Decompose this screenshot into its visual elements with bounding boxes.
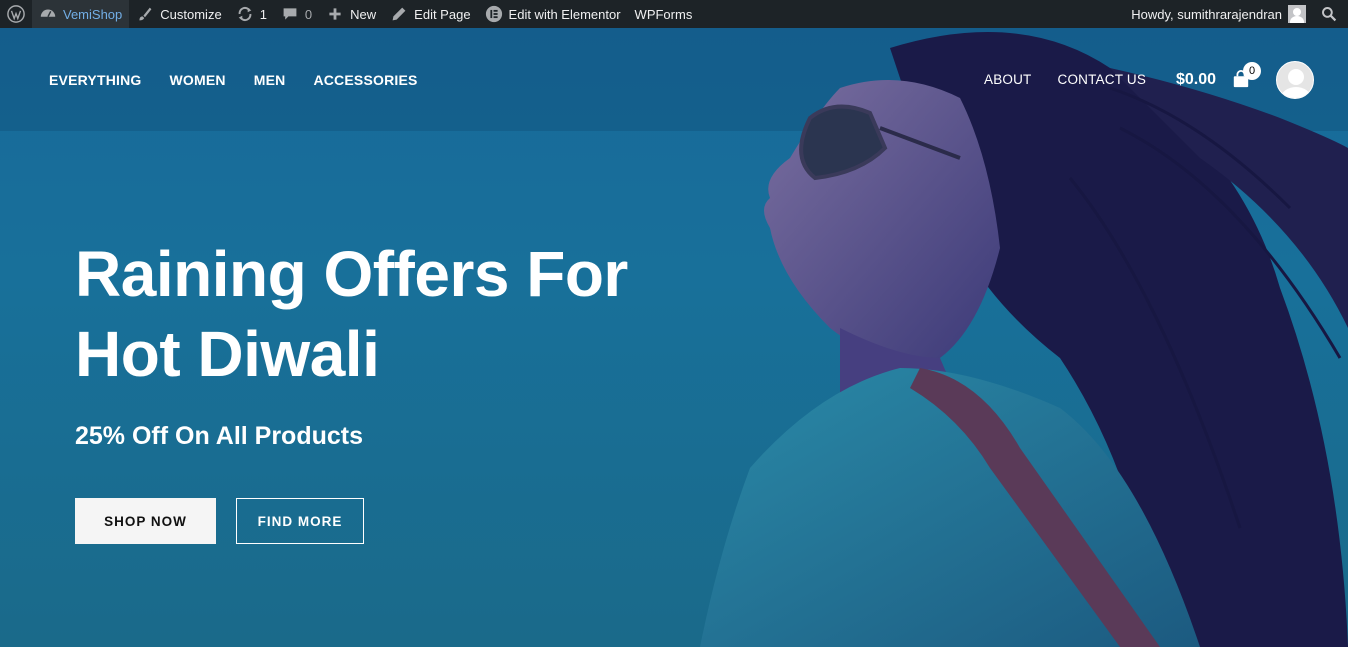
hero-headline: Raining Offers For Hot Diwali [75, 234, 695, 394]
search-icon [1320, 5, 1338, 23]
my-account-menu[interactable]: Howdy, sumithrarajendran [1124, 0, 1313, 28]
updates-link[interactable]: 1 [229, 0, 274, 28]
edit-elementor-label: Edit with Elementor [508, 6, 621, 22]
updates-count: 1 [259, 6, 267, 22]
headline-line-2: Hot Diwali [75, 318, 380, 390]
site-name-menu[interactable]: VemiShop [32, 0, 130, 28]
paintbrush-icon [136, 5, 154, 23]
comment-icon [281, 5, 299, 23]
comments-link[interactable]: 0 [274, 0, 319, 28]
secondary-nav: ABOUT CONTACT US [984, 72, 1146, 87]
plus-icon [326, 5, 344, 23]
find-more-button[interactable]: FIND MORE [236, 498, 364, 544]
customize-label: Customize [160, 6, 222, 22]
dashboard-icon [39, 5, 57, 23]
howdy-label: Howdy, sumithrarajendran [1131, 6, 1282, 22]
cart-count-badge: 0 [1243, 62, 1261, 80]
wpforms-label: WPForms [634, 6, 693, 22]
admin-avatar [1288, 5, 1306, 23]
hero-banner: EVERYTHING WOMEN MEN ACCESSORIES ABOUT C… [0, 28, 1348, 647]
wp-admin-bar: VemiShop Customize 1 0 New Edit Page Edi… [0, 0, 1348, 28]
updates-icon [236, 5, 254, 23]
wordpress-icon [7, 5, 25, 23]
hero-woman-image [700, 32, 1348, 647]
edit-elementor-link[interactable]: Edit with Elementor [478, 0, 628, 28]
nav-contact-us[interactable]: CONTACT US [1058, 72, 1147, 87]
user-avatar[interactable] [1276, 61, 1314, 99]
nav-women[interactable]: WOMEN [170, 72, 226, 88]
headline-line-1: Raining Offers For [75, 238, 628, 310]
wp-logo-menu[interactable] [0, 0, 32, 28]
nav-everything[interactable]: EVERYTHING [49, 72, 142, 88]
nav-about[interactable]: ABOUT [984, 72, 1032, 87]
site-name-label: VemiShop [63, 6, 123, 22]
edit-page-label: Edit Page [414, 6, 471, 22]
admin-search[interactable] [1313, 0, 1348, 28]
nav-men[interactable]: MEN [254, 72, 286, 88]
pencil-icon [390, 5, 408, 23]
edit-page-link[interactable]: Edit Page [383, 0, 477, 28]
comments-count: 0 [304, 6, 313, 22]
shop-now-button[interactable]: SHOP NOW [75, 498, 216, 544]
hero-subheadline: 25% Off On All Products [75, 422, 364, 450]
customize-link[interactable]: Customize [129, 0, 228, 28]
wpforms-menu[interactable]: WPForms [628, 0, 700, 28]
nav-accessories[interactable]: ACCESSORIES [313, 72, 417, 88]
cart-total[interactable]: $0.00 [1176, 71, 1216, 89]
elementor-icon [485, 5, 503, 23]
new-content-menu[interactable]: New [319, 0, 383, 28]
new-label: New [350, 6, 377, 22]
primary-nav: EVERYTHING WOMEN MEN ACCESSORIES [49, 72, 418, 88]
